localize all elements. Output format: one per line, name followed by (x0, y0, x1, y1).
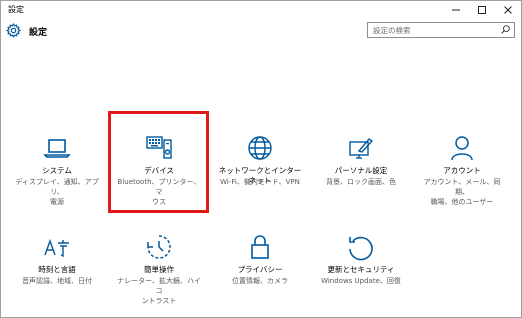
minimize-icon (452, 9, 460, 10)
tile-label: 時刻と言語 (38, 265, 76, 274)
search-input[interactable]: 設定の検索 (367, 22, 515, 38)
tile-description-line: 電源 (50, 198, 64, 206)
tile-description: ディスプレイ、通知、アプリ、 電源 (14, 177, 100, 207)
lock-icon (251, 235, 269, 259)
search-placeholder: 設定の検索 (373, 26, 411, 35)
maximize-button[interactable] (469, 1, 495, 18)
tile-label: システム (42, 166, 72, 175)
paint-screen-icon (349, 138, 374, 159)
tile-description: ナレーター、拡大鏡、ハイコ ントラスト (116, 276, 202, 306)
minimize-button[interactable] (443, 1, 469, 18)
devices-highlight-box (108, 111, 209, 213)
language-clock-icon (44, 238, 69, 258)
close-icon (504, 5, 512, 14)
laptop-icon (43, 139, 71, 158)
tile-description-line: アカウント、メール、同期、 (423, 178, 501, 196)
tile-description-line: 音声認識、地域、日付 (22, 277, 92, 285)
gear-icon (6, 23, 21, 38)
tile-label: 更新とセキュリティ (327, 265, 395, 274)
tile-description-line: ントラスト (141, 297, 177, 305)
tile-description-line: ディスプレイ、通知、アプリ、 (15, 178, 99, 196)
tile-description-line: 職場、他のユーザー (430, 198, 494, 206)
tile-description-line: Windows Update、回復 (321, 277, 401, 285)
tile-label: 簡単操作 (144, 265, 174, 274)
tile-description: アカウント、メール、同期、 職場、他のユーザー (419, 177, 505, 207)
tile-description-line: Wi-Fi、機内モード、VPN (220, 178, 300, 186)
tile-description-line: 位置情報、カメラ (232, 277, 288, 285)
page-title: 設定 (29, 28, 48, 38)
settings-window: 設定 設定 設定の検索 システム ディスプレイ、通知、アプリ、 電源 デバイス … (0, 0, 522, 318)
maximize-icon (478, 5, 486, 14)
tile-description: 背景、ロック画面、色 (318, 177, 404, 187)
globe-icon (248, 136, 272, 160)
ease-of-access-icon (147, 235, 171, 259)
search-icon[interactable] (501, 25, 510, 34)
tile-description: Windows Update、回復 (318, 276, 404, 286)
tile-description: Wi-Fi、機内モード、VPN (217, 177, 303, 187)
tile-description: 音声認識、地域、日付 (14, 276, 100, 286)
tile-label: プライバシー (237, 265, 283, 274)
window-title: 設定 (8, 5, 24, 14)
close-button[interactable] (495, 1, 521, 18)
person-icon (451, 136, 473, 161)
tile-description-line: 背景、ロック画面、色 (326, 178, 396, 186)
tile-description-line: ナレーター、拡大鏡、ハイコ (117, 277, 201, 295)
tile-label: パーソナル設定 (334, 166, 388, 175)
title-bar[interactable]: 設定 (1, 1, 521, 18)
window-controls (443, 1, 521, 18)
tile-description: 位置情報、カメラ (217, 276, 303, 286)
update-icon (349, 236, 373, 261)
tile-label: アカウント (443, 166, 481, 175)
